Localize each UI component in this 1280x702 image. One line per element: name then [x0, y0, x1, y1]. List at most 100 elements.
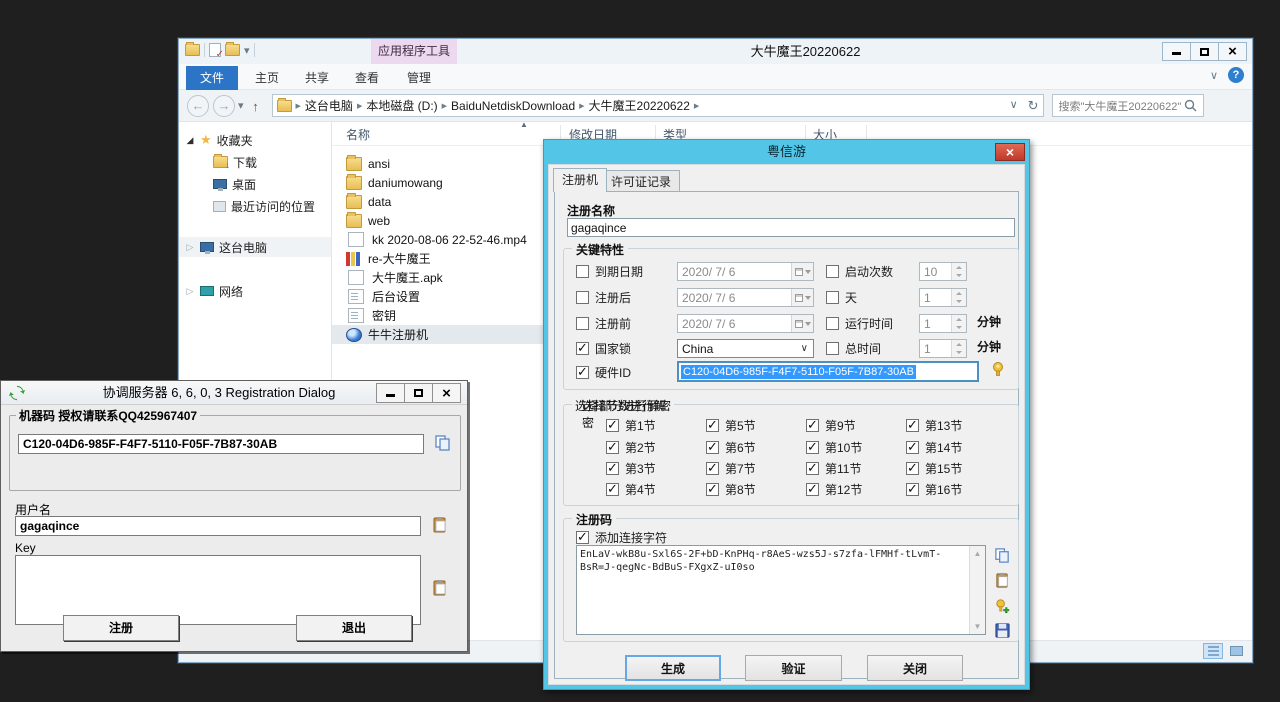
- tab-view[interactable]: 查看: [341, 66, 393, 90]
- expand-ribbon-icon[interactable]: ∨: [1210, 69, 1218, 82]
- sidebar-item-recent-places[interactable]: 最近访问的位置: [179, 196, 331, 216]
- expander-closed-icon[interactable]: ▷: [185, 242, 195, 253]
- section-2-checkbox[interactable]: [606, 441, 619, 454]
- section-checkbox-row[interactable]: 第8节: [706, 479, 756, 500]
- expander-open-icon[interactable]: ◢: [185, 135, 195, 146]
- sidebar-item-this-pc[interactable]: ▷ 这台电脑: [179, 237, 331, 257]
- tab-share[interactable]: 共享: [291, 66, 343, 90]
- country-select[interactable]: China∨: [677, 338, 814, 359]
- section-3-checkbox[interactable]: [606, 462, 619, 475]
- scroll-up-icon[interactable]: ▲: [970, 546, 985, 561]
- section-10-checkbox[interactable]: [806, 441, 819, 454]
- runtime-spinner[interactable]: 1: [919, 313, 967, 334]
- properties-icon[interactable]: [209, 43, 221, 57]
- username-field[interactable]: gagaqince: [15, 516, 421, 536]
- section-checkbox-row[interactable]: 第12节: [806, 479, 862, 500]
- tab-file[interactable]: 文件: [186, 66, 238, 90]
- expiry-checkbox[interactable]: [576, 265, 589, 278]
- reg-code-textarea[interactable]: EnLaV-wkB8u-Sxl6S-2F+bD-KnPHq-r8AeS-wzs5…: [576, 545, 986, 635]
- section-checkbox-row[interactable]: 第4节: [606, 479, 656, 500]
- total-time-checkbox[interactable]: [826, 342, 839, 355]
- country-lock-checkbox[interactable]: [576, 342, 589, 355]
- section-checkbox-row[interactable]: 第16节: [906, 479, 962, 500]
- calendar-dropdown-icon[interactable]: [791, 263, 813, 280]
- section-checkbox-row[interactable]: 第9节: [806, 415, 856, 436]
- section-checkbox-row[interactable]: 第2节: [606, 437, 656, 458]
- tab-license-log[interactable]: 许可证记录: [602, 170, 680, 192]
- spin-down-icon[interactable]: [951, 298, 966, 307]
- breadcrumb-item[interactable]: 这台电脑: [305, 97, 353, 114]
- runtime-checkbox[interactable]: [826, 317, 839, 330]
- generate-button[interactable]: 生成: [625, 655, 721, 681]
- calendar-dropdown-icon[interactable]: [791, 289, 813, 306]
- section-15-checkbox[interactable]: [906, 462, 919, 475]
- refresh-icon[interactable]: ↻: [1028, 98, 1039, 114]
- before-reg-date-picker[interactable]: 2020/ 7/ 6: [677, 313, 814, 334]
- details-view-button[interactable]: [1203, 643, 1223, 659]
- after-reg-date-picker[interactable]: 2020/ 7/ 6: [677, 287, 814, 308]
- exit-button[interactable]: 退出: [296, 615, 412, 641]
- spin-up-icon[interactable]: [951, 340, 966, 349]
- verify-button[interactable]: 验证: [745, 655, 842, 681]
- breadcrumb[interactable]: ▶ 这台电脑 ▶ 本地磁盘 (D:) ▶ BaiduNetdiskDownloa…: [272, 94, 1044, 117]
- days-spinner[interactable]: 1: [919, 287, 967, 308]
- sidebar-item-desktop[interactable]: 桌面: [179, 174, 331, 194]
- expander-closed-icon[interactable]: ▷: [185, 286, 195, 297]
- minimize-button[interactable]: [376, 383, 405, 403]
- folder-icon[interactable]: [185, 44, 200, 56]
- machine-code-field[interactable]: C120-04D6-985F-F4F7-5110-F05F-7B87-30AB: [18, 434, 424, 454]
- spin-down-icon[interactable]: [951, 324, 966, 333]
- section-checkbox-row[interactable]: 第5节: [706, 415, 756, 436]
- hardware-id-field[interactable]: C120-04D6-985F-F4F7-5110-F05F-7B87-30AB: [677, 361, 979, 382]
- paste-icon[interactable]: [431, 516, 449, 534]
- section-6-checkbox[interactable]: [706, 441, 719, 454]
- spin-down-icon[interactable]: [951, 349, 966, 358]
- register-button[interactable]: 注册: [63, 615, 179, 641]
- spin-up-icon[interactable]: [951, 315, 966, 324]
- section-checkbox-row[interactable]: 第7节: [706, 458, 756, 479]
- section-checkbox-row[interactable]: 第10节: [806, 437, 862, 458]
- up-button[interactable]: ↑: [244, 95, 268, 117]
- launch-count-spinner[interactable]: 10: [919, 261, 967, 282]
- close-dialog-button[interactable]: 关闭: [867, 655, 963, 681]
- customize-qat-icon[interactable]: ▾: [244, 44, 250, 57]
- minimize-button[interactable]: [1162, 42, 1191, 61]
- breadcrumb-item[interactable]: 本地磁盘 (D:): [366, 97, 437, 114]
- section-9-checkbox[interactable]: [806, 419, 819, 432]
- paste-icon[interactable]: [431, 579, 449, 597]
- close-button[interactable]: ×: [1218, 42, 1247, 61]
- thumbnail-view-button[interactable]: [1226, 643, 1246, 659]
- search-input[interactable]: 搜索"大牛魔王20220622": [1052, 94, 1204, 117]
- help-icon[interactable]: ?: [1228, 67, 1244, 83]
- add-key-icon[interactable]: [994, 597, 1011, 614]
- copy-icon[interactable]: [994, 547, 1011, 564]
- section-13-checkbox[interactable]: [906, 419, 919, 432]
- spin-down-icon[interactable]: [951, 272, 966, 281]
- back-button[interactable]: ←: [187, 95, 209, 117]
- expiry-date-picker[interactable]: 2020/ 7/ 6: [677, 261, 814, 282]
- section-16-checkbox[interactable]: [906, 483, 919, 496]
- spin-up-icon[interactable]: [951, 289, 966, 298]
- concat-chars-checkbox[interactable]: [576, 531, 589, 544]
- key-icon[interactable]: [990, 361, 1006, 377]
- tab-keygen[interactable]: 注册机: [553, 168, 607, 192]
- launch-count-checkbox[interactable]: [826, 265, 839, 278]
- maximize-button[interactable]: [1190, 42, 1219, 61]
- save-icon[interactable]: [994, 622, 1011, 639]
- paste-icon[interactable]: [994, 572, 1011, 589]
- maximize-button[interactable]: [404, 383, 433, 403]
- section-checkbox-row[interactable]: 第3节: [606, 458, 656, 479]
- tab-home[interactable]: 主页: [241, 66, 293, 90]
- new-folder-icon[interactable]: [225, 44, 240, 56]
- breadcrumb-item[interactable]: BaiduNetdiskDownload: [451, 99, 575, 113]
- section-checkbox-row[interactable]: 第11节: [806, 458, 861, 479]
- section-checkbox-row[interactable]: 第6节: [706, 437, 756, 458]
- total-time-spinner[interactable]: 1: [919, 338, 967, 359]
- section-4-checkbox[interactable]: [606, 483, 619, 496]
- close-button[interactable]: ×: [432, 383, 461, 403]
- column-name[interactable]: 名称: [346, 126, 370, 143]
- sidebar-item-downloads[interactable]: 下载: [179, 152, 331, 172]
- tab-manage[interactable]: 管理: [393, 66, 445, 90]
- section-12-checkbox[interactable]: [806, 483, 819, 496]
- section-5-checkbox[interactable]: [706, 419, 719, 432]
